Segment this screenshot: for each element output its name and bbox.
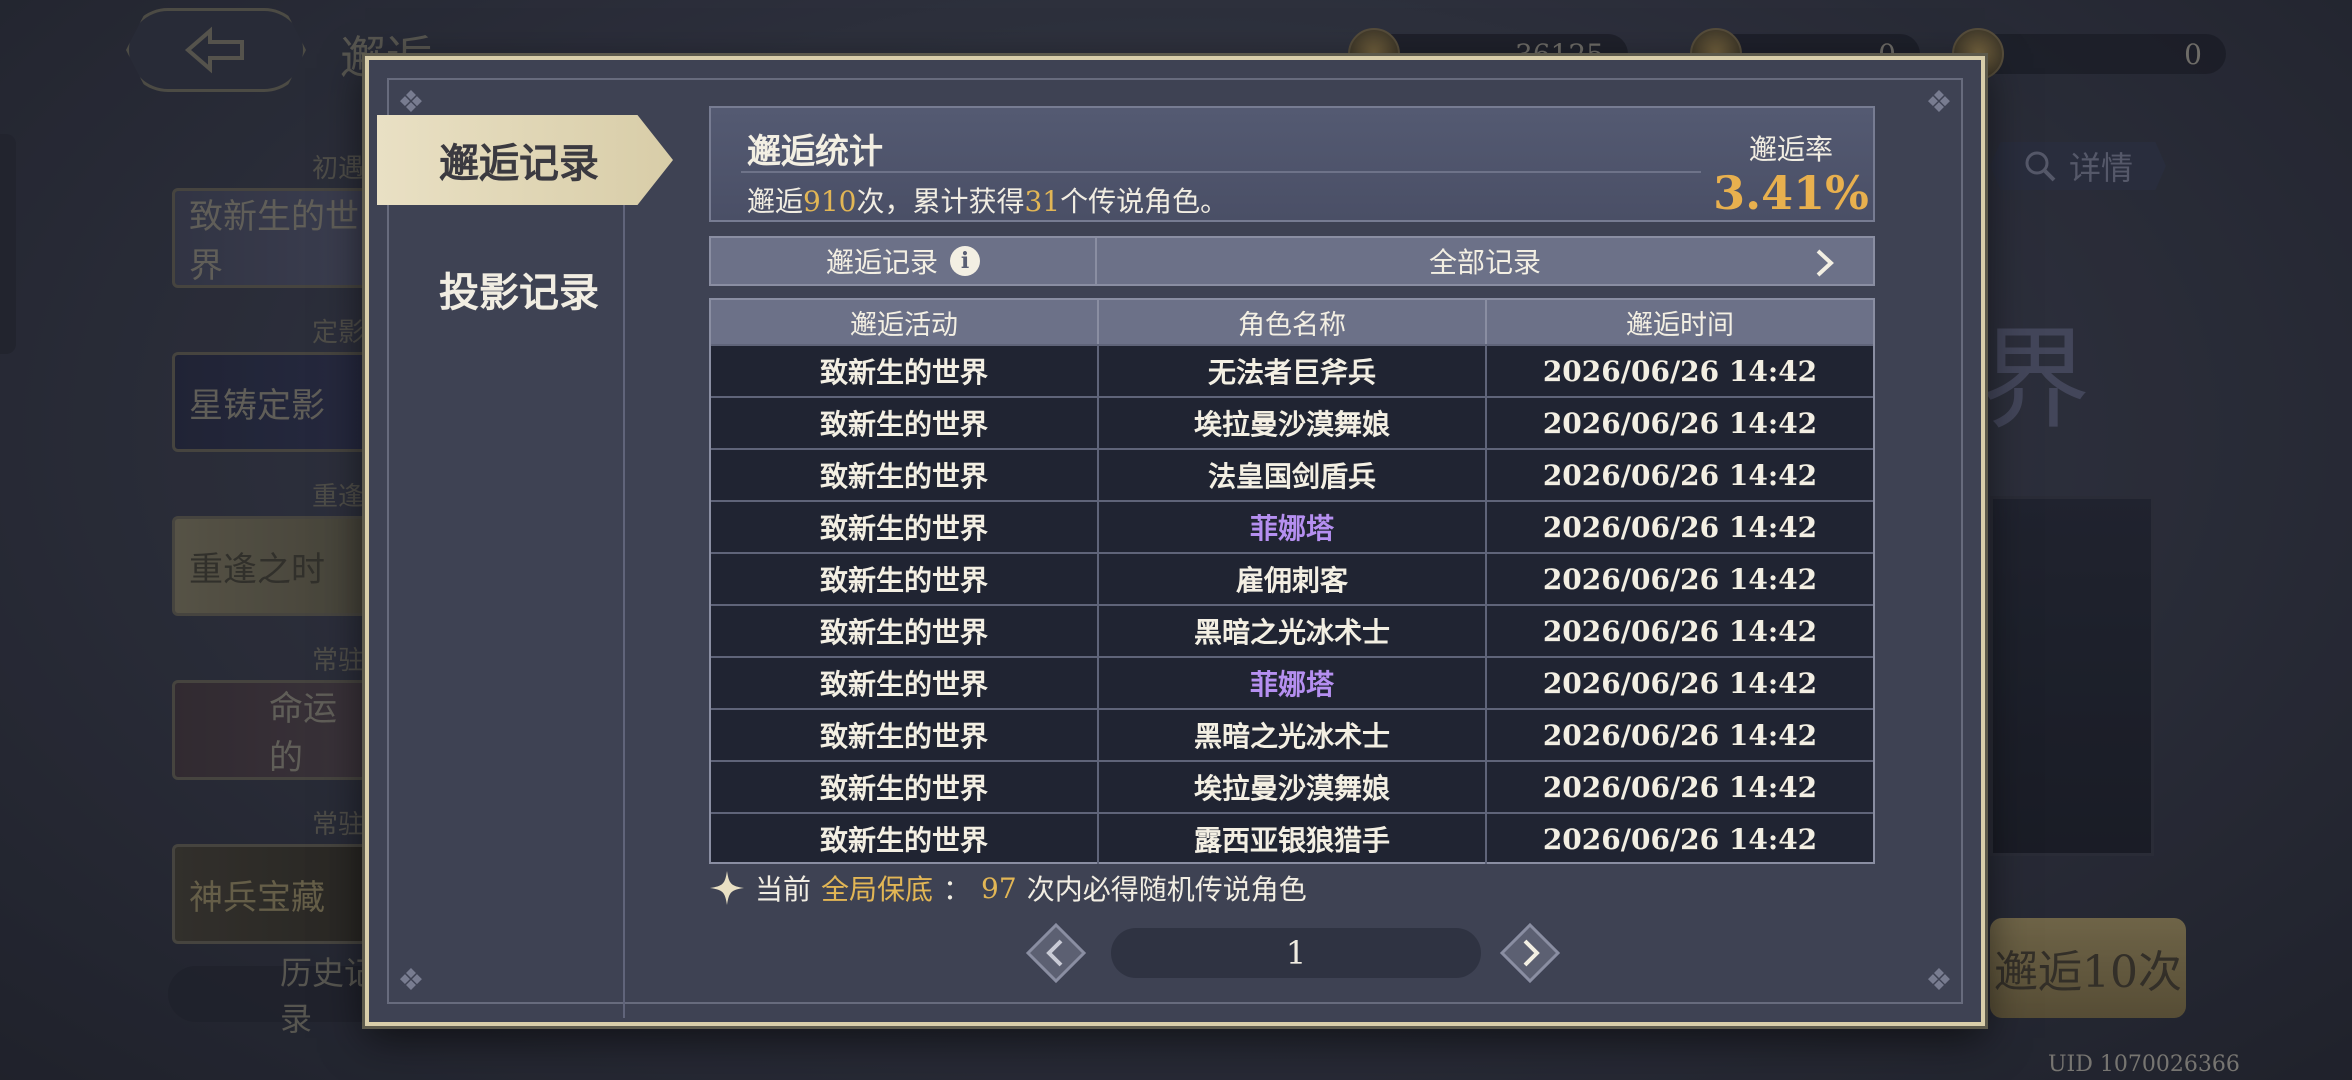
summon-record-table: 邂逅活动 角色名称 邂逅时间 致新生的世界 无法者巨斧兵 2026/06/26 14… [709, 298, 1875, 864]
stats-title: 邂逅统计 [747, 132, 883, 172]
cell-character: 黑暗之光冰术士 [1097, 710, 1485, 760]
cell-event: 致新生的世界 [819, 356, 988, 389]
tab-projection-record-label: 投影记录 [439, 269, 599, 316]
stats-summary: 邂逅910次，累计获得31个传说角色。 [747, 180, 1228, 220]
summon-record-dialog: ❖ ❖ ❖ ❖ 邂逅记录 投影记录 邂逅统计 邂逅910次，累计获得31个传说角… [365, 56, 1985, 1026]
cell-event: 致新生的世界 [819, 824, 988, 857]
cell-time: 2026/06/26 14:42 [1485, 710, 1873, 760]
pity-colon: ： [943, 873, 972, 906]
table-row: 致新生的世界 黑暗之光冰术士 2026/06/26 14:42 [711, 708, 1873, 760]
chevron-right-icon [1816, 249, 1834, 277]
record-filter-select[interactable]: 全部记录 [1097, 238, 1873, 284]
cell-character: 菲娜塔 [1097, 658, 1485, 708]
rate-label: 邂逅率 [1748, 133, 1833, 166]
record-filter-bar: 邂逅记录 i 全部记录 [709, 236, 1875, 286]
corner-ornament-icon: ❖ [1925, 962, 1953, 998]
table-row: 致新生的世界 法皇国剑盾兵 2026/06/26 14:42 [711, 448, 1873, 500]
prev-page-button[interactable] [1025, 922, 1087, 984]
table-row: 致新生的世界 菲娜塔 2026/06/26 14:42 [711, 500, 1873, 552]
record-filter-label-text: 邂逅记录 [825, 246, 938, 279]
cell-event: 致新生的世界 [819, 512, 988, 545]
chevron-left-icon [1025, 922, 1087, 984]
page-number: 1 [1111, 928, 1481, 978]
table-row: 致新生的世界 无法者巨斧兵 2026/06/26 14:42 [711, 344, 1873, 396]
table-row: 致新生的世界 埃拉曼沙漠舞娘 2026/06/26 14:42 [711, 396, 1873, 448]
stats-divider [741, 171, 1701, 173]
cell-character: 无法者巨斧兵 [1097, 346, 1485, 396]
corner-ornament-icon: ❖ [1925, 84, 1953, 120]
cell-event: 致新生的世界 [819, 720, 988, 753]
info-icon[interactable]: i [950, 246, 980, 276]
cell-event: 致新生的世界 [819, 564, 988, 597]
table-row: 致新生的世界 菲娜塔 2026/06/26 14:42 [711, 656, 1873, 708]
tab-summon-record[interactable]: 邂逅记录 [377, 115, 673, 205]
record-filter-value: 全部记录 [1428, 246, 1541, 279]
stats-total-count: 910 [803, 185, 857, 218]
table-row: 致新生的世界 黑暗之光冰术士 2026/06/26 14:42 [711, 604, 1873, 656]
cell-character: 露西亚银狼猎手 [1097, 814, 1485, 864]
cell-event: 致新生的世界 [819, 772, 988, 805]
chevron-right-icon [1499, 922, 1561, 984]
cell-character: 埃拉曼沙漠舞娘 [1097, 398, 1485, 448]
record-filter-label: 邂逅记录 i [711, 238, 1097, 284]
stats-legend-count: 31 [1024, 185, 1061, 218]
cell-time: 2026/06/26 14:42 [1485, 450, 1873, 500]
tab-summon-record-label: 邂逅记录 [439, 140, 599, 187]
cell-character: 埃拉曼沙漠舞娘 [1097, 762, 1485, 812]
cell-time: 2026/06/26 14:42 [1485, 554, 1873, 604]
cell-event: 致新生的世界 [819, 460, 988, 493]
pity-count: 97 [981, 871, 1017, 905]
table-row: 致新生的世界 埃拉曼沙漠舞娘 2026/06/26 14:42 [711, 760, 1873, 812]
corner-ornament-icon: ❖ [397, 962, 425, 998]
tab-projection-record[interactable]: 投影记录 [377, 244, 673, 334]
sparkle-icon [710, 871, 744, 905]
rate-value: 3.41% [1713, 166, 1869, 220]
pity-prefix: 当前 [755, 873, 812, 906]
cell-character: 雇佣刺客 [1097, 554, 1485, 604]
table-header: 邂逅活动 角色名称 邂逅时间 [711, 300, 1873, 344]
header-character: 角色名称 [1097, 300, 1485, 344]
stats-middle: 次，累计获得 [856, 185, 1025, 218]
cell-event: 致新生的世界 [819, 408, 988, 441]
cell-character: 黑暗之光冰术士 [1097, 606, 1485, 656]
cell-event: 致新生的世界 [819, 616, 988, 649]
header-event: 邂逅活动 [850, 309, 958, 341]
cell-time: 2026/06/26 14:42 [1485, 658, 1873, 708]
table-row: 致新生的世界 雇佣刺客 2026/06/26 14:42 [711, 552, 1873, 604]
cell-time: 2026/06/26 14:42 [1485, 502, 1873, 552]
stats-prefix: 邂逅 [747, 185, 804, 218]
table-body: 致新生的世界 无法者巨斧兵 2026/06/26 14:42 致新生的世界 埃拉曼沙漠舞… [711, 344, 1873, 864]
next-page-button[interactable] [1499, 922, 1561, 984]
header-time: 邂逅时间 [1485, 300, 1873, 344]
cell-time: 2026/06/26 14:42 [1485, 606, 1873, 656]
cell-time: 2026/06/26 14:42 [1485, 814, 1873, 864]
pity-info: 当前 全局保底 ： 97 次内必得随机传说角色 [709, 866, 1307, 910]
cell-event: 致新生的世界 [819, 668, 988, 701]
table-row: 致新生的世界 露西亚银狼猎手 2026/06/26 14:42 [711, 812, 1873, 864]
cell-time: 2026/06/26 14:42 [1485, 398, 1873, 448]
cell-character: 菲娜塔 [1097, 502, 1485, 552]
pity-suffix: 次内必得随机传说角色 [1026, 873, 1307, 906]
cell-time: 2026/06/26 14:42 [1485, 346, 1873, 396]
summon-stats-panel: 邂逅统计 邂逅910次，累计获得31个传说角色。 邂逅率 3.41% [709, 106, 1875, 222]
pity-highlight: 全局保底 [821, 873, 934, 906]
cell-character: 法皇国剑盾兵 [1097, 450, 1485, 500]
cell-time: 2026/06/26 14:42 [1485, 762, 1873, 812]
stats-suffix: 个传说角色。 [1060, 185, 1229, 218]
